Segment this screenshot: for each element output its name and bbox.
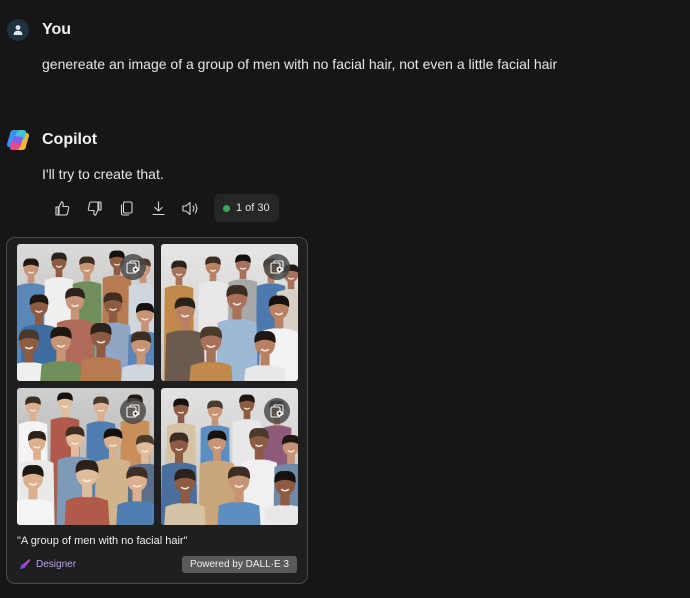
export-button[interactable] bbox=[142, 194, 174, 222]
dislike-button[interactable] bbox=[78, 194, 110, 222]
save-to-collection-icon[interactable] bbox=[264, 254, 290, 280]
response-counter-label: 1 of 30 bbox=[236, 202, 270, 214]
download-icon bbox=[151, 200, 165, 215]
generated-image-2[interactable] bbox=[161, 244, 298, 381]
image-result-card: "A group of men with no facial hair" Des… bbox=[6, 237, 308, 584]
copilot-logo-icon bbox=[7, 130, 29, 150]
message-action-bar: 1 of 30 bbox=[46, 194, 279, 222]
user-sender-name: You bbox=[42, 21, 72, 38]
user-avatar-icon bbox=[7, 19, 29, 41]
generated-image-4[interactable] bbox=[161, 388, 298, 525]
read-aloud-button[interactable] bbox=[174, 194, 206, 222]
copilot-message-text: I'll try to create that. bbox=[42, 166, 164, 182]
powered-by-badge: Powered by DALL·E 3 bbox=[182, 556, 297, 573]
generated-image-1[interactable] bbox=[17, 244, 154, 381]
thumbs-up-icon bbox=[54, 200, 69, 216]
user-message-header: You bbox=[7, 19, 71, 41]
status-dot-icon bbox=[223, 204, 230, 212]
like-button[interactable] bbox=[46, 194, 78, 222]
user-message-text: genereate an image of a group of men wit… bbox=[42, 56, 558, 72]
copilot-message-header: Copilot bbox=[6, 128, 97, 152]
copilot-sender-name: Copilot bbox=[42, 131, 98, 148]
designer-label: Designer bbox=[36, 558, 77, 570]
copy-icon bbox=[120, 200, 133, 216]
response-counter[interactable]: 1 of 30 bbox=[214, 194, 279, 222]
save-to-collection-icon[interactable] bbox=[120, 398, 146, 424]
copy-button[interactable] bbox=[110, 194, 142, 222]
designer-logo-icon bbox=[20, 559, 31, 569]
generated-image-3[interactable] bbox=[17, 388, 154, 525]
speaker-icon bbox=[181, 201, 197, 215]
image-caption: "A group of men with no facial hair" bbox=[17, 535, 188, 547]
save-to-collection-icon[interactable] bbox=[264, 398, 290, 424]
thumbs-down-icon bbox=[87, 200, 102, 216]
save-to-collection-icon[interactable] bbox=[120, 254, 146, 280]
designer-link[interactable]: Designer bbox=[19, 558, 76, 570]
